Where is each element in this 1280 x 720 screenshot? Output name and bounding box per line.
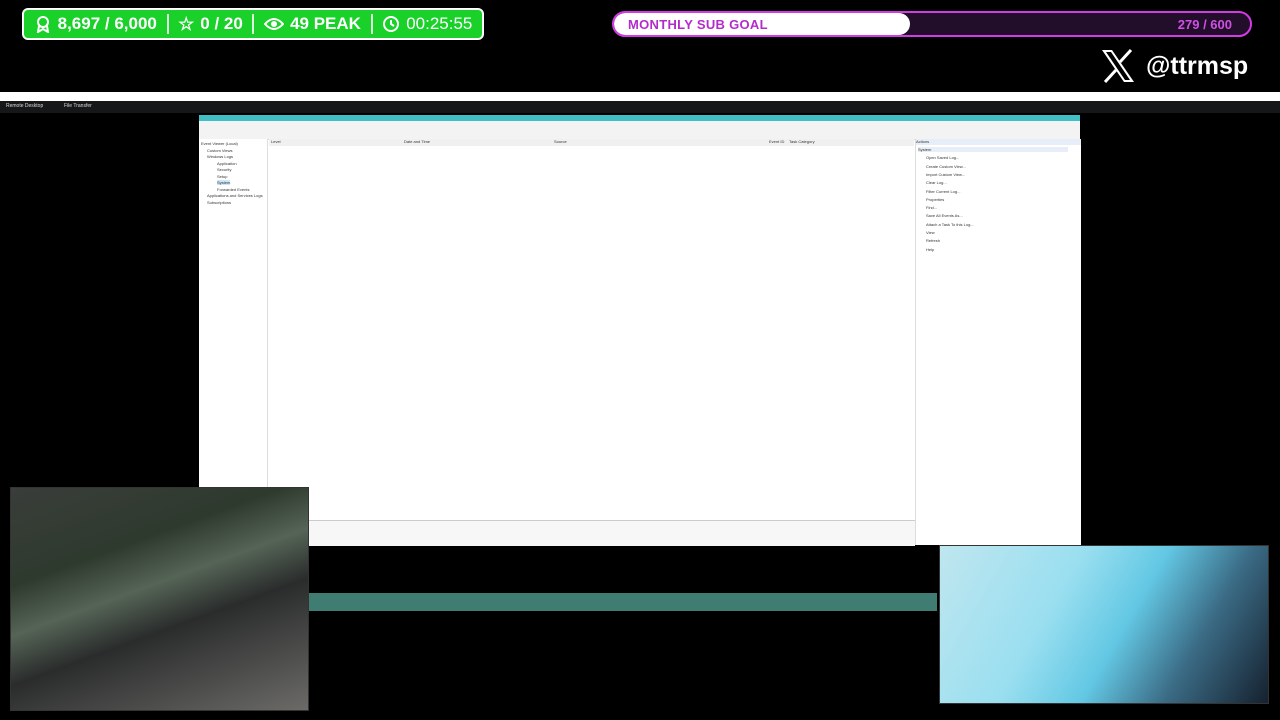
tree-item[interactable]: Application <box>217 161 237 166</box>
action-item[interactable]: Properties <box>926 197 944 202</box>
sub-goal-count: 279 / 600 <box>1177 17 1232 32</box>
action-item[interactable]: Save All Events As... <box>926 213 963 218</box>
action-item[interactable]: Create Custom View... <box>926 164 966 169</box>
peak-count: 49 PEAK <box>290 14 361 33</box>
action-item[interactable]: Filter Current Log... <box>926 189 960 194</box>
stat-divider <box>252 14 255 34</box>
remote-toolbar: Remote Desktop File Transfer <box>0 101 1280 113</box>
events-list[interactable]: Level Date and Time Source Event ID Task… <box>269 139 914 517</box>
file-transfer-tab[interactable]: File Transfer <box>64 103 92 109</box>
tree-item[interactable]: Forwarded Events <box>217 187 249 192</box>
tree-item[interactable]: System <box>217 180 231 185</box>
sub-goal-label: MONTHLY SUB GOAL <box>628 17 768 32</box>
col-level[interactable]: Level <box>271 139 281 145</box>
uptime-timer: 00:25:55 <box>406 14 473 33</box>
action-item[interactable]: Open Saved Log... <box>926 155 959 160</box>
tree-item[interactable]: Custom Views <box>207 148 233 153</box>
followers-count: 8,697 / 6,000 <box>57 14 157 33</box>
award-icon <box>36 16 49 33</box>
room-camera <box>939 545 1269 704</box>
tree-item[interactable]: Setup <box>217 174 227 179</box>
tree-item[interactable]: Subscriptions <box>207 200 231 205</box>
stat-divider <box>370 14 373 34</box>
tree-item[interactable]: Windows Logs <box>207 154 233 159</box>
x-logo-icon <box>1102 49 1134 83</box>
tree-item[interactable]: Security <box>217 167 231 172</box>
stream-stats-bar: 8,697 / 6,000 ☆ 0 / 20 49 PEAK 00:25:55 <box>22 8 484 40</box>
action-item[interactable]: System <box>918 147 1068 152</box>
streamer-webcam <box>10 487 309 711</box>
sub-goal-bar: MONTHLY SUB GOAL 279 / 600 <box>612 11 1252 37</box>
handle-text: @ttrmsp <box>1146 51 1249 80</box>
action-item[interactable]: Attach a Task To this Log... <box>926 222 974 227</box>
action-item[interactable]: View <box>926 230 935 235</box>
menu-bar <box>199 121 1080 129</box>
star-icon: ☆ <box>178 13 195 34</box>
stars-stat: ☆ 0 / 20 <box>169 10 253 38</box>
tree-item[interactable]: Event Viewer (Local) <box>201 141 238 146</box>
col-date[interactable]: Date and Time <box>404 139 430 145</box>
event-viewer-window: Event Viewer (Local) Custom Views Windows … <box>199 115 1081 546</box>
social-handle: @ttrmsp <box>1100 48 1248 84</box>
actions-header: Actions <box>916 139 1081 145</box>
tree-item[interactable]: Applications and Services Logs <box>207 193 263 198</box>
eye-icon <box>264 18 285 30</box>
remote-title-bar <box>0 92 1280 101</box>
followers-stat: 8,697 / 6,000 <box>24 10 167 38</box>
stat-divider <box>166 14 169 34</box>
col-source[interactable]: Source <box>554 139 567 145</box>
actions-pane: Actions System Open Saved Log... Create Cu… <box>915 139 1081 545</box>
remote-desktop-tab[interactable]: Remote Desktop <box>6 103 43 109</box>
action-item[interactable]: Clear Log... <box>926 180 947 185</box>
col-task-category[interactable]: Task Category <box>789 139 815 145</box>
list-header: Level Date and Time Source Event ID Task… <box>269 139 914 146</box>
action-item[interactable]: Find... <box>926 205 937 210</box>
action-item[interactable]: Refresh <box>926 238 940 243</box>
remote-taskbar <box>307 593 937 611</box>
action-item[interactable]: Help <box>926 247 934 252</box>
timer-stat: 00:25:55 <box>373 10 482 38</box>
navigation-tree[interactable]: Event Viewer (Local) Custom Views Windows … <box>199 139 268 545</box>
action-item[interactable]: Import Custom View... <box>926 172 965 177</box>
clock-icon <box>383 16 400 32</box>
stars-count: 0 / 20 <box>200 14 243 33</box>
viewers-stat: 49 PEAK <box>254 10 370 38</box>
event-detail-pane <box>305 520 915 546</box>
col-event-id[interactable]: Event ID <box>769 139 784 145</box>
